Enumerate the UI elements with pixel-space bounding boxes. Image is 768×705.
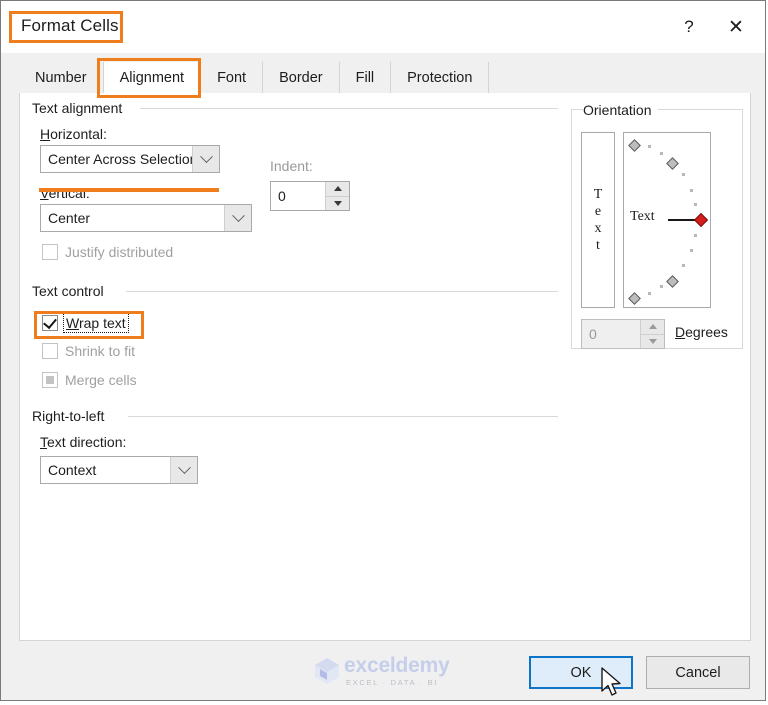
justify-distributed-box[interactable]: [42, 244, 58, 260]
orientation-dot: [660, 285, 663, 288]
right-to-left-group-label: Right-to-left: [32, 408, 112, 424]
shrink-to-fit-checkbox[interactable]: Shrink to fit: [42, 343, 135, 359]
vertical-combobox[interactable]: Center: [40, 204, 252, 232]
vertical-label: Vertical:: [40, 185, 90, 201]
watermark-name: exceldemy: [344, 654, 450, 678]
horizontal-label: Horizontal:: [40, 126, 107, 142]
orientation-marker-45[interactable]: [666, 157, 679, 170]
dialog-title: Format Cells: [21, 16, 119, 35]
chevron-down-icon[interactable]: [224, 205, 251, 231]
indent-stepper[interactable]: 0: [270, 181, 350, 211]
indent-label: Indent:: [270, 158, 313, 174]
ok-button[interactable]: OK: [529, 656, 633, 689]
vertical-value: Center: [48, 210, 91, 226]
text-direction-combobox[interactable]: Context: [40, 456, 198, 484]
text-alignment-group-label: Text alignment: [32, 100, 130, 116]
tab-strip: Number Alignment Font Border Fill Protec…: [19, 62, 751, 94]
vertical-text-letter: x: [594, 221, 602, 236]
wrap-text-checkbox[interactable]: Wrap text: [42, 313, 129, 333]
orientation-marker-n90[interactable]: [628, 292, 641, 305]
text-control-group-label: Text control: [32, 283, 111, 299]
orientation-dial[interactable]: Text: [623, 132, 711, 308]
indent-increment-icon[interactable]: [325, 182, 349, 196]
exceldemy-logo-icon: [314, 657, 340, 685]
help-button[interactable]: ?: [666, 1, 712, 53]
orientation-dot: [648, 292, 651, 295]
text-direction-label: Text direction:: [40, 434, 127, 450]
vertical-text-letter: t: [596, 238, 600, 253]
degrees-decrement-icon[interactable]: [640, 333, 664, 348]
wrap-text-box[interactable]: [42, 314, 58, 331]
merge-cells-box[interactable]: [42, 372, 58, 388]
orientation-marker-90[interactable]: [628, 139, 641, 152]
degrees-label: Degrees: [675, 324, 728, 340]
orientation-dot: [682, 173, 685, 176]
vertical-text-letter: T: [593, 187, 603, 202]
text-control-group-rule: [126, 291, 558, 292]
merge-cells-label: Merge cells: [65, 372, 137, 388]
chevron-down-icon[interactable]: [192, 146, 219, 172]
vertical-text-button[interactable]: T e x t: [581, 132, 615, 308]
tab-fill[interactable]: Fill: [339, 62, 392, 94]
orientation-sample-text: Text: [630, 209, 655, 224]
orientation-marker-n45[interactable]: [666, 275, 679, 288]
orientation-dot: [690, 249, 693, 252]
degrees-increment-icon[interactable]: [640, 320, 664, 334]
tab-number[interactable]: Number: [19, 62, 104, 94]
tab-alignment[interactable]: Alignment: [103, 62, 202, 94]
exceldemy-watermark: exceldemy EXCEL · DATA · BI: [314, 653, 462, 689]
orientation-handle-0[interactable]: [693, 212, 709, 228]
justify-distributed-label: Justify distributed: [65, 244, 174, 260]
tab-border[interactable]: Border: [263, 62, 340, 94]
degrees-stepper[interactable]: 0: [581, 319, 665, 349]
wrap-text-label: Wrap text: [63, 313, 129, 333]
text-direction-value: Context: [48, 462, 97, 478]
horizontal-combobox[interactable]: Center Across Selection: [40, 145, 220, 173]
watermark-tagline: EXCEL · DATA · BI: [346, 678, 439, 688]
horizontal-value: Center Across Selection: [48, 151, 192, 167]
shrink-to-fit-box[interactable]: [42, 343, 58, 359]
orientation-dot: [660, 152, 663, 155]
vertical-text-letter: e: [594, 204, 602, 219]
close-icon[interactable]: ✕: [713, 1, 759, 53]
orientation-dot: [694, 203, 697, 206]
orientation-group-label: Orientation: [583, 102, 659, 118]
format-cells-dialog: Format Cells ? ✕ Number Alignment Font B…: [0, 0, 766, 701]
text-alignment-group-rule: [140, 108, 558, 109]
title-bar: Format Cells ? ✕: [1, 1, 765, 53]
cancel-button[interactable]: Cancel: [646, 656, 750, 689]
merge-cells-checkbox[interactable]: Merge cells: [42, 372, 137, 388]
shrink-to-fit-label: Shrink to fit: [65, 343, 136, 359]
indent-stepper-buttons[interactable]: [325, 182, 349, 210]
tab-font[interactable]: Font: [201, 62, 264, 94]
orientation-dot: [682, 264, 685, 267]
orientation-dot: [694, 234, 697, 237]
orientation-dot: [690, 189, 693, 192]
justify-distributed-checkbox[interactable]: Justify distributed: [42, 244, 173, 260]
degrees-value: 0: [589, 326, 597, 342]
orientation-dot: [648, 145, 651, 148]
indent-decrement-icon[interactable]: [325, 195, 349, 210]
indent-value: 0: [278, 188, 286, 204]
degrees-stepper-buttons[interactable]: [640, 320, 664, 348]
tab-protection[interactable]: Protection: [391, 62, 490, 94]
right-to-left-group-rule: [128, 416, 558, 417]
chevron-down-icon[interactable]: [170, 457, 197, 483]
